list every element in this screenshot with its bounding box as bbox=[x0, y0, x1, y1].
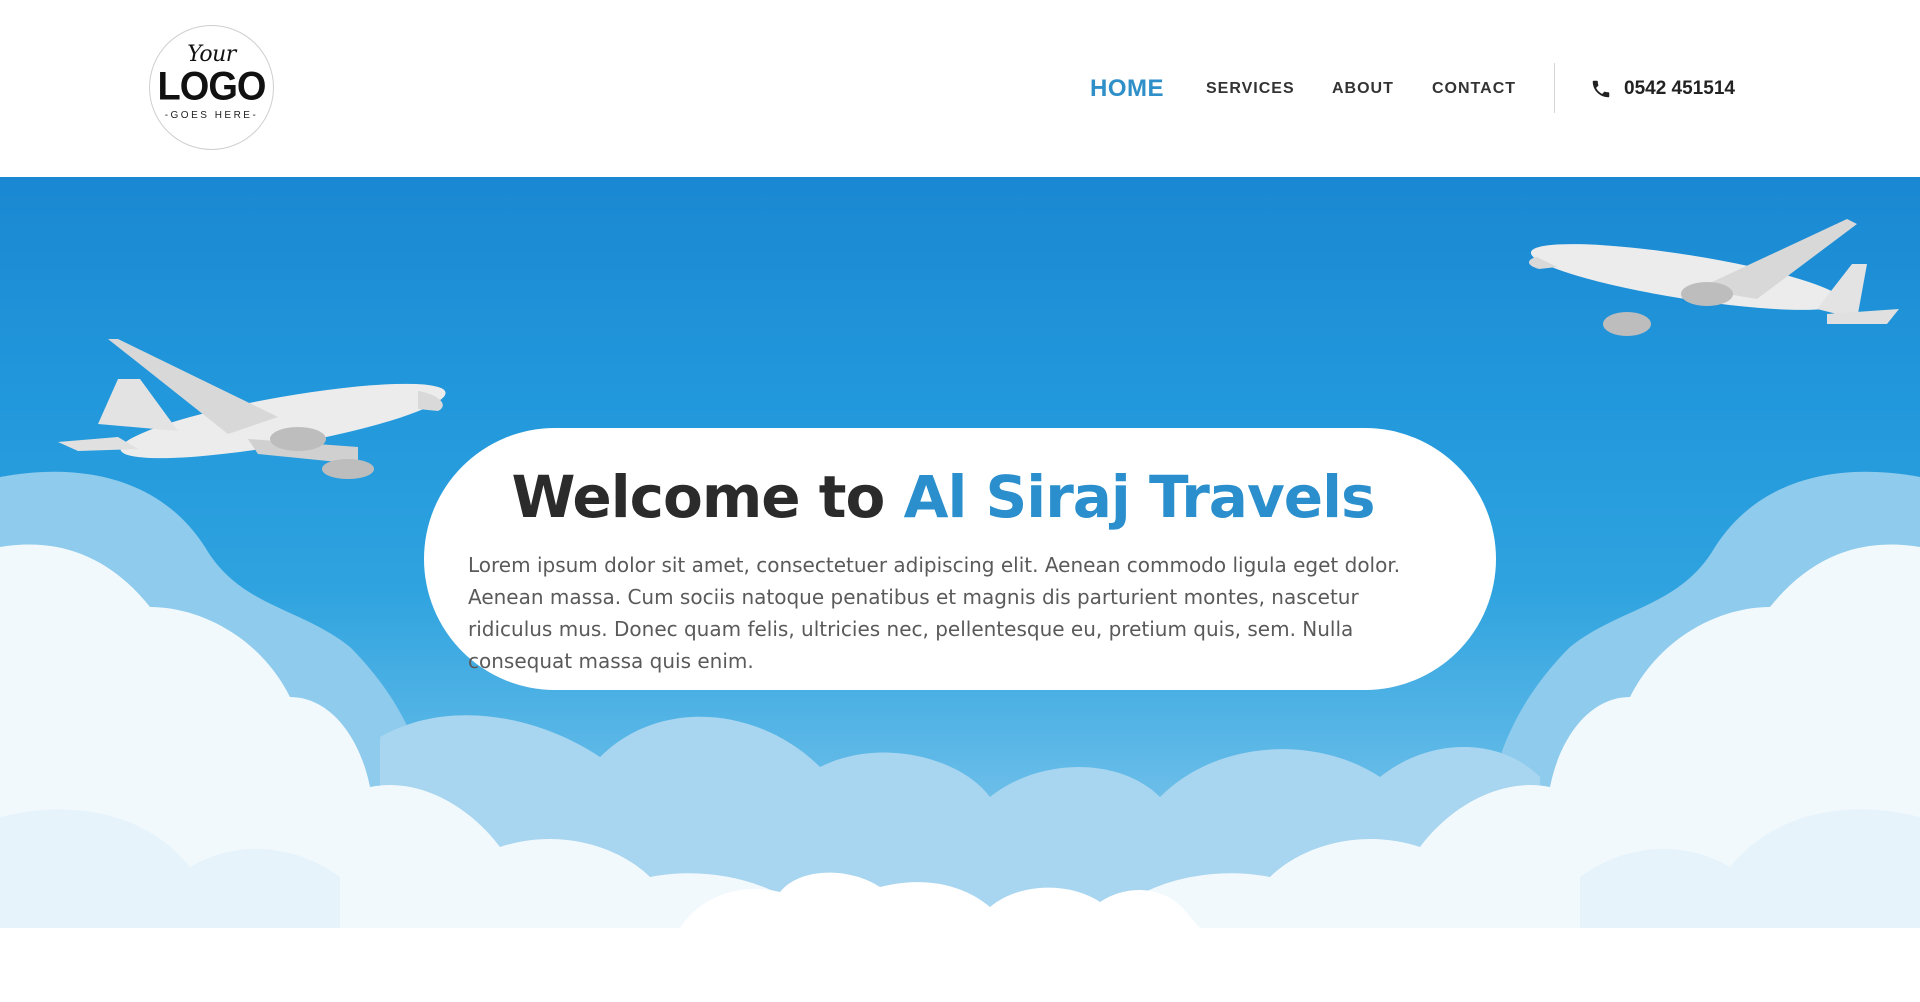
hero-title-prefix: Welcome to bbox=[511, 463, 885, 531]
hero-description: Lorem ipsum dolor sit amet, consectetuer… bbox=[468, 553, 1401, 673]
phone-icon bbox=[1590, 78, 1612, 100]
logo-line-logo: LOGO bbox=[157, 64, 267, 110]
airplane-right-illustration bbox=[1529, 219, 1899, 336]
logo-line-tagline: -GOES HERE- bbox=[164, 110, 259, 121]
nav-home[interactable]: HOME bbox=[1090, 0, 1164, 177]
site-header: Your LOGO -GOES HERE- HOME SERVICES ABOU… bbox=[0, 0, 1920, 177]
nav-about[interactable]: ABOUT bbox=[1332, 0, 1394, 177]
hero-title: Welcome to Al Siraj Travels bbox=[468, 461, 1418, 533]
logo-line-your: Your bbox=[187, 42, 236, 67]
nav-services[interactable]: SERVICES bbox=[1206, 0, 1295, 177]
hero-title-accent: Al Siraj Travels bbox=[903, 463, 1376, 531]
phone-number: 0542 451514 bbox=[1624, 77, 1735, 99]
welcome-card: Welcome to Al Siraj Travels Lorem ipsum … bbox=[424, 428, 1496, 690]
phone-link[interactable]: 0542 451514 bbox=[1590, 0, 1735, 177]
airplane-left-illustration bbox=[58, 339, 446, 479]
header-divider bbox=[1554, 63, 1555, 113]
hero-banner: Welcome to Al Siraj Travels Lorem ipsum … bbox=[0, 177, 1920, 928]
site-logo[interactable]: Your LOGO -GOES HERE- bbox=[149, 25, 274, 150]
nav-contact[interactable]: CONTACT bbox=[1432, 0, 1516, 177]
